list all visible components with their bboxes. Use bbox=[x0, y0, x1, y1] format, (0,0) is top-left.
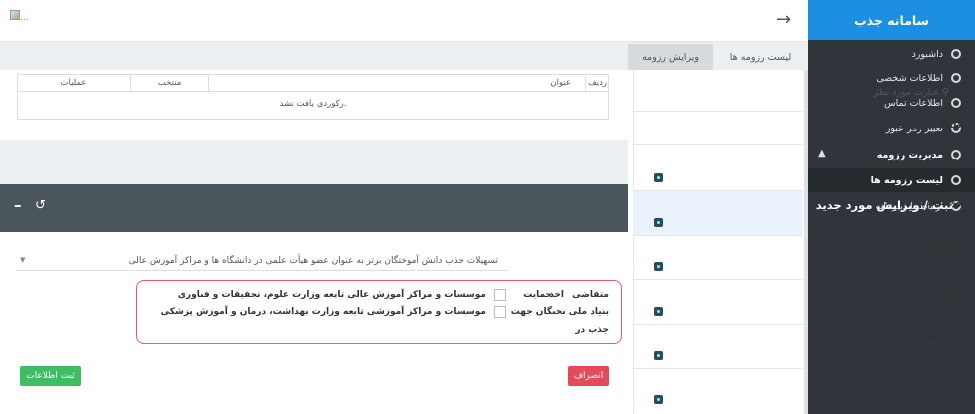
tab-edit-resume[interactable]: ویرایش رزومه bbox=[628, 44, 713, 70]
sidebar-item-label: اطلاعات تماس bbox=[883, 97, 943, 109]
section-status-icon bbox=[654, 395, 663, 404]
column-header-title: عنوان bbox=[208, 74, 585, 92]
top-bar: ... → bbox=[0, 0, 808, 42]
section-education[interactable]: مقاطع تحصیلی bbox=[805, 377, 975, 388]
section-status-icon bbox=[654, 307, 663, 316]
list-icon bbox=[951, 175, 961, 185]
sidebar-item-label: داشبورد bbox=[911, 48, 943, 60]
user-icon bbox=[951, 73, 961, 83]
form-title: ثبت / ویرایش مورد جدید bbox=[815, 198, 953, 212]
divider bbox=[633, 190, 803, 191]
option-checkbox-science-ministry[interactable] bbox=[494, 289, 506, 301]
submit-button[interactable]: ثبت اطلاعات bbox=[20, 366, 81, 386]
divider bbox=[633, 368, 803, 369]
sidebar-item-dashboard[interactable]: داشبورد bbox=[808, 42, 975, 66]
collapse-icon[interactable]: – bbox=[14, 196, 22, 214]
arrow-right-icon[interactable]: → bbox=[776, 9, 791, 30]
section-elite-foundation[interactable]: حمایت بنیاد ملی نخبگان bbox=[805, 154, 975, 165]
refresh-icon[interactable]: ↺ bbox=[35, 198, 46, 213]
column-header-actions: عملیات bbox=[17, 74, 130, 92]
section-search-text: عبارت مورد نظر bbox=[873, 87, 940, 98]
broken-image-icon: ... bbox=[10, 10, 32, 28]
request-type-select[interactable]: تسهیلات جذب دانش آموختگان برتر به عنوان … bbox=[16, 253, 508, 271]
section-status-icon bbox=[654, 262, 663, 271]
section-nav-active-bg bbox=[633, 190, 803, 235]
dashboard-icon bbox=[951, 49, 961, 59]
section-status-icon bbox=[654, 173, 663, 182]
section-status-icon bbox=[654, 351, 663, 360]
request-type-value: تسهیلات جذب دانش آموختگان برتر به عنوان … bbox=[128, 256, 498, 266]
section-languages[interactable]: زبان های خارجی bbox=[805, 333, 975, 344]
sentence-word: متقاضی bbox=[572, 290, 609, 300]
content-area bbox=[0, 70, 628, 414]
section-resume-info[interactable]: اطلاعات رزومه bbox=[805, 120, 975, 131]
chevron-down-icon: ▼ bbox=[20, 256, 26, 264]
empty-table-message: رکوردی یافت نشد. bbox=[279, 99, 347, 109]
sidebar-item-label: لیست رزومه ها bbox=[870, 174, 943, 186]
divider bbox=[633, 144, 803, 145]
section-employment[interactable]: سوابق اشتغال bbox=[805, 289, 975, 300]
option-label-health-ministry: موسسات و مراکز آموزشی تابعه وزارت بهداشت… bbox=[160, 307, 486, 317]
contact-icon bbox=[951, 98, 961, 108]
divider bbox=[633, 279, 803, 280]
column-header-row-number: ردیف bbox=[585, 74, 609, 92]
sentence-word: حمایت bbox=[523, 290, 552, 300]
tab-resume-list[interactable]: لیست رزومه ها bbox=[713, 44, 808, 70]
sentence-word: جذب در bbox=[575, 325, 609, 335]
form-panel-header bbox=[0, 184, 628, 232]
option-checkbox-health-ministry[interactable] bbox=[494, 306, 506, 318]
section-search[interactable]: عبارت مورد نظر ⚲ bbox=[805, 87, 963, 98]
section-nav bbox=[633, 70, 803, 414]
sidebar-item-resume-list[interactable]: لیست رزومه ها bbox=[808, 168, 975, 192]
divider bbox=[633, 324, 803, 325]
section-status-icon bbox=[654, 218, 663, 227]
search-icon: ⚲ bbox=[942, 87, 949, 98]
divider bbox=[633, 111, 803, 112]
sentence-word: بنیاد ملی نخبگان جهت bbox=[510, 307, 609, 317]
section-gap bbox=[0, 140, 628, 184]
cancel-button[interactable]: انصراف bbox=[568, 366, 609, 386]
option-label-science-ministry: موسسات و مراکز آموزش عالی تابعه وزارت عل… bbox=[177, 290, 486, 300]
divider bbox=[633, 235, 803, 236]
brand-title[interactable]: سامانه جذب bbox=[808, 0, 975, 40]
sidebar-item-label: اطلاعات شخصی bbox=[876, 72, 943, 84]
request-type-label: نوع تقاضا bbox=[922, 249, 969, 260]
column-header-selected: منتخب bbox=[130, 74, 208, 92]
